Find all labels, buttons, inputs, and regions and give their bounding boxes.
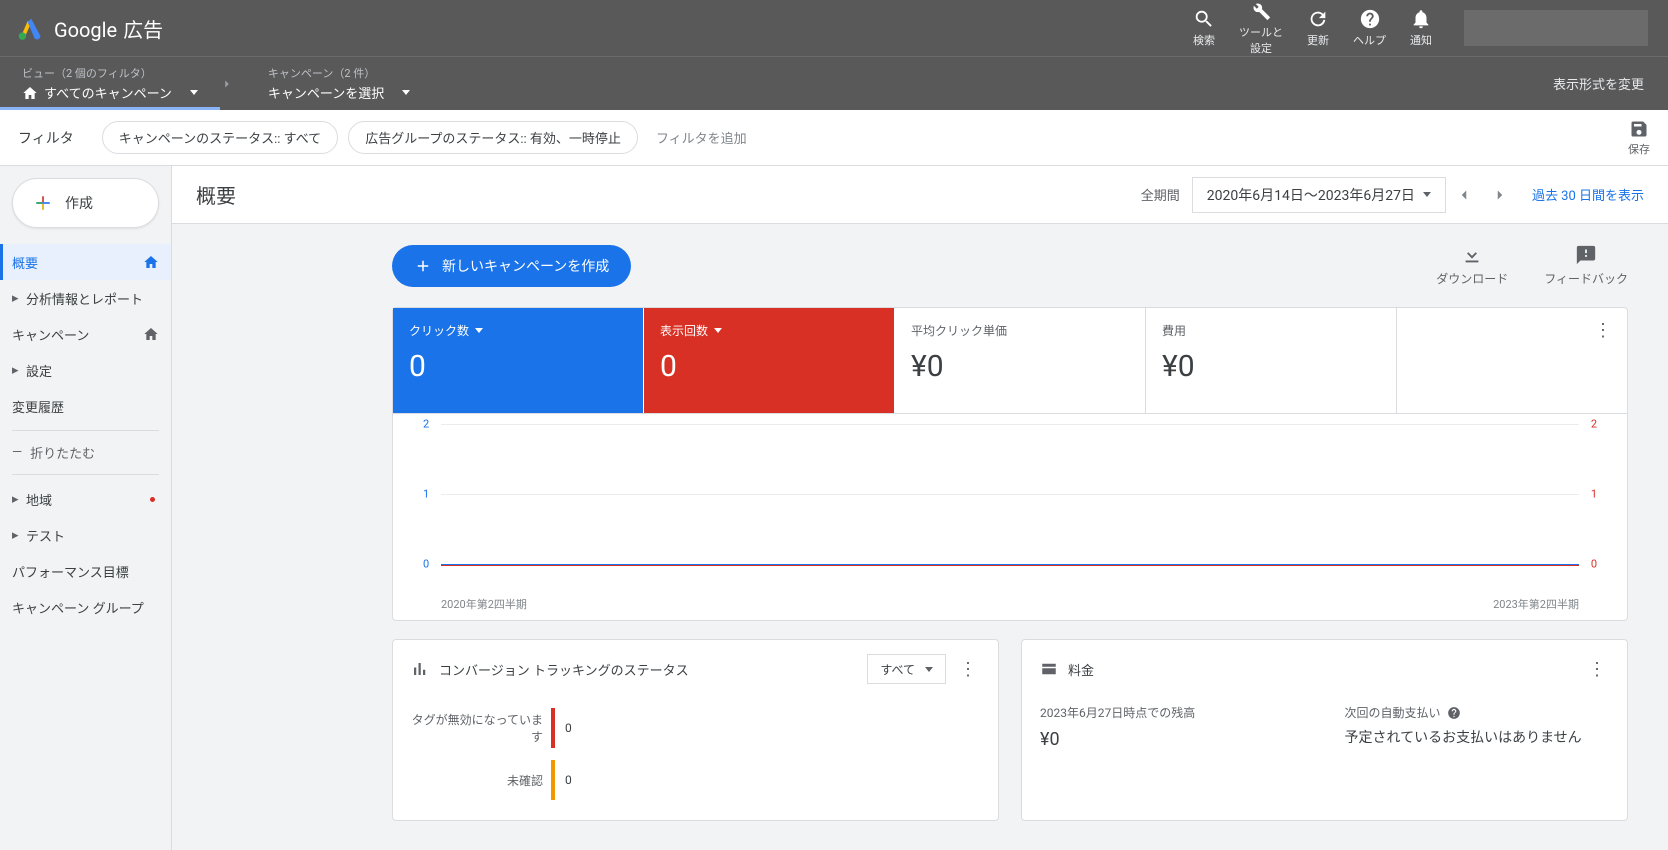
new-campaign-button[interactable]: 新しいキャンペーンを作成 (392, 245, 631, 287)
filter-chip-campaign-status[interactable]: キャンペーンのステータス:: すべて (102, 121, 338, 154)
breadcrumb-separator (220, 57, 246, 110)
nav-campaign-groups[interactable]: キャンペーン グループ (0, 589, 171, 625)
line-impressions (441, 565, 1579, 566)
filter-label: フィルタ (18, 128, 74, 148)
change-display-format[interactable]: 表示形式を変更 (1553, 57, 1668, 110)
save-button[interactable]: 保存 (1628, 119, 1650, 157)
nav-settings[interactable]: ▸ 設定 (0, 352, 171, 388)
left-sidebar: 作成 概要 ▸ 分析情報とレポート キャンペーン ▸ 設定 変更履歴 — 折りた… (0, 166, 172, 850)
metric-impressions[interactable]: 表示回数 0 (644, 308, 895, 413)
date-range-picker[interactable]: 2020年6月14日～2023年6月27日 (1192, 177, 1446, 213)
caret-right-icon: ▸ (12, 291, 22, 306)
scope-bar: ビュー（2 個のフィルタ） すべてのキャンペーン キャンペーン（2 件） キャン… (0, 56, 1668, 110)
conversion-filter-select[interactable]: すべて (867, 654, 946, 684)
page-title: 概要 (196, 180, 236, 209)
help-icon (1359, 8, 1381, 30)
plus-icon (414, 257, 432, 275)
caret-down-icon (714, 328, 722, 333)
collapse-icon: — (12, 445, 22, 460)
refresh-icon (1307, 8, 1329, 30)
date-prev-button[interactable] (1446, 177, 1482, 213)
billing-balance: 2023年6月27日時点での残高 ¥0 (1040, 704, 1305, 750)
alert-dot-icon (150, 497, 155, 502)
conv-row-disabled-tag: タグが無効になっています 0 (411, 702, 980, 754)
caret-down-icon (1423, 192, 1431, 197)
wrench-icon (1250, 0, 1272, 22)
save-icon (1629, 119, 1649, 139)
metrics-card: クリック数 0 表示回数 0 平均クリック単価 ¥0 費用 ¥0 (392, 307, 1628, 621)
refresh-button[interactable]: 更新 (1307, 8, 1329, 48)
caret-down-icon (475, 328, 483, 333)
nav-insights[interactable]: ▸ 分析情報とレポート (0, 280, 171, 316)
action-row: 新しいキャンペーンを作成 ダウンロード フィードバック (392, 244, 1628, 287)
home-icon (143, 326, 159, 342)
page-header: 概要 全期間 2020年6月14日～2023年6月27日 過去 30 日間を表示 (172, 166, 1668, 224)
chevron-left-icon (1455, 186, 1473, 204)
plus-icon (33, 193, 53, 213)
campaign-scope[interactable]: キャンペーン（2 件） キャンペーンを選択 (246, 57, 432, 110)
conv-row-unverified: 未確認 0 (411, 754, 980, 806)
x-label-end: 2023年第2四半期 (1493, 596, 1579, 612)
product-name: Google広告 (54, 14, 163, 43)
date-range-label: 全期間 (1141, 185, 1180, 204)
top-header: Google広告 検索 ツールと 設定 更新 ヘルプ 通知 (0, 0, 1668, 56)
chevron-right-icon (1491, 186, 1509, 204)
product-logo[interactable]: Google広告 (0, 14, 179, 43)
download-button[interactable]: ダウンロード (1436, 244, 1508, 287)
metrics-kebab[interactable]: ⋮ (1591, 320, 1615, 341)
tools-button[interactable]: ツールと 設定 (1239, 0, 1283, 56)
billing-kebab[interactable]: ⋮ (1585, 659, 1609, 680)
top-icon-bar: 検索 ツールと 設定 更新 ヘルプ 通知 (1193, 0, 1668, 56)
download-icon (1461, 244, 1483, 266)
view-scope[interactable]: ビュー（2 個のフィルタ） すべてのキャンペーン (0, 57, 220, 110)
date-next-button[interactable] (1482, 177, 1518, 213)
nav-overview[interactable]: 概要 (0, 244, 171, 280)
bar-chart-icon (411, 660, 429, 678)
show-last-30-link[interactable]: 過去 30 日間を表示 (1532, 185, 1644, 204)
account-selector[interactable] (1464, 10, 1648, 46)
billing-next-payment: 次回の自動支払い 予定されているお支払いはありません (1345, 704, 1610, 750)
metric-avg-cpc[interactable]: 平均クリック単価 ¥0 (895, 308, 1146, 413)
google-ads-logo-icon (16, 14, 44, 42)
search-button[interactable]: 検索 (1193, 8, 1215, 48)
metrics-chart: 2 2 1 1 0 0 2020年第2四半期 2023年第2四半期 (393, 414, 1627, 620)
caret-right-icon: ▸ (12, 363, 22, 378)
caret-down-icon (402, 90, 410, 95)
conversion-kebab[interactable]: ⋮ (956, 659, 980, 680)
metric-cost[interactable]: 費用 ¥0 (1146, 308, 1397, 413)
nav-change-history[interactable]: 変更履歴 (0, 388, 171, 424)
collapse-sidebar[interactable]: — 折りたたむ (0, 437, 171, 468)
help-button[interactable]: ヘルプ (1353, 8, 1386, 48)
filter-bar: フィルタ キャンペーンのステータス:: すべて 広告グループのステータス:: 有… (0, 110, 1668, 166)
caret-right-icon: ▸ (12, 528, 22, 543)
help-icon[interactable] (1447, 706, 1461, 720)
conversion-tracking-card: コンバージョン トラッキングのステータス すべて ⋮ タグが無効になっています … (392, 639, 999, 821)
main-panel: 概要 全期間 2020年6月14日～2023年6月27日 過去 30 日間を表示… (172, 166, 1668, 850)
nav-campaigns[interactable]: キャンペーン (0, 316, 171, 352)
caret-right-icon: ▸ (12, 492, 22, 507)
home-icon (22, 85, 38, 101)
home-icon (143, 254, 159, 270)
create-button[interactable]: 作成 (12, 178, 159, 228)
search-icon (1193, 8, 1215, 30)
notifications-button[interactable]: 通知 (1410, 8, 1432, 48)
nav-performance-targets[interactable]: パフォーマンス目標 (0, 553, 171, 589)
billing-icon (1040, 660, 1058, 678)
feedback-icon (1575, 244, 1597, 266)
nav-locations[interactable]: ▸ 地域 (0, 481, 171, 517)
billing-card: 料金 ⋮ 2023年6月27日時点での残高 ¥0 次回の自動支払い (1021, 639, 1628, 821)
metric-clicks[interactable]: クリック数 0 (393, 308, 644, 413)
caret-down-icon (190, 90, 198, 95)
nav-experiments[interactable]: ▸ テスト (0, 517, 171, 553)
x-label-start: 2020年第2四半期 (441, 596, 527, 612)
filter-chip-adgroup-status[interactable]: 広告グループのステータス:: 有効、一時停止 (348, 121, 638, 154)
add-filter[interactable]: フィルタを追加 (656, 128, 747, 147)
feedback-button[interactable]: フィードバック (1544, 244, 1628, 287)
bell-icon (1410, 8, 1432, 30)
caret-down-icon (925, 667, 933, 672)
metrics-more: ⋮ (1397, 308, 1627, 413)
